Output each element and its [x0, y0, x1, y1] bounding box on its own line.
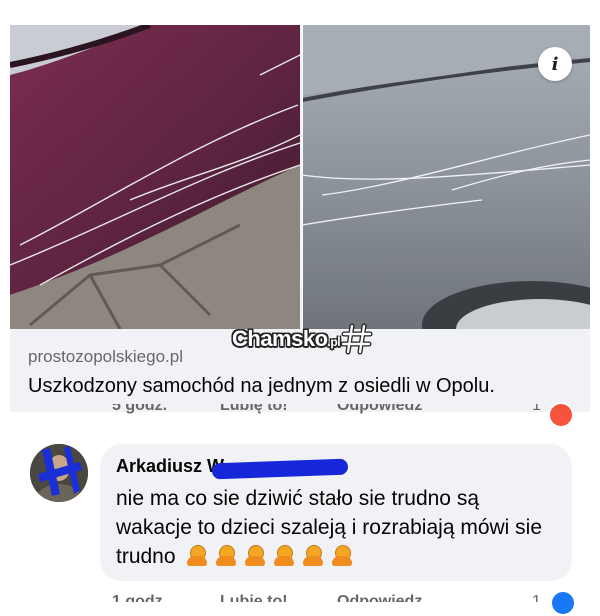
watermark-text: Chamsko.pl — [232, 326, 341, 351]
person-shrugging-emoji — [185, 545, 209, 567]
reply-link[interactable]: Odpowiedz — [337, 593, 422, 602]
car-scratch-photo-right: i — [302, 25, 590, 329]
like-reaction-icon[interactable] — [550, 590, 576, 616]
reaction-count: 1 — [532, 593, 541, 602]
avatar[interactable] — [30, 444, 88, 502]
chamsko-watermark-logo: Chamsko.pl — [232, 323, 374, 355]
previous-comment-actions: 5 godz. Lubię to! Odpowiedz 1 — [112, 404, 582, 418]
comment-author[interactable]: Arkadiusz W — [116, 456, 224, 477]
link-domain: prostozopolskiego.pl — [28, 347, 183, 366]
comment-bubble: Arkadiusz W nie ma co sie dziwić stało s… — [100, 444, 572, 581]
haha-reaction-icon[interactable] — [548, 402, 574, 428]
like-link[interactable]: Lubię to! — [220, 404, 288, 415]
comment-timestamp[interactable]: 5 godz. — [112, 404, 167, 415]
car-scratch-photo-left — [10, 25, 300, 329]
comment-timestamp[interactable]: 1 godz. — [112, 593, 167, 602]
person-shrugging-emoji — [301, 545, 325, 567]
person-shrugging-emoji — [330, 545, 354, 567]
reaction-count: 1 — [532, 404, 541, 414]
person-shrugging-emoji-row — [185, 545, 359, 575]
link-title[interactable]: Uszkodzony samochód na jednym z osiedli … — [28, 375, 495, 398]
person-shrugging-emoji — [272, 545, 296, 567]
reply-link[interactable]: Odpowiedz — [337, 404, 422, 415]
link-preview-card[interactable]: i Chamsko.pl prostozopolskiego.pl Uszkod… — [10, 25, 590, 412]
like-link[interactable]: Lubię to! — [220, 593, 288, 602]
comment-text: nie ma co sie dziwić stało sie trudno są… — [116, 484, 556, 575]
redaction-scribble — [211, 458, 349, 480]
comment-actions: 1 godz. Lubię to! Odpowiedz 1 — [112, 592, 582, 602]
info-icon[interactable]: i — [538, 47, 572, 81]
hashtag-icon — [340, 323, 373, 355]
person-shrugging-emoji — [214, 545, 238, 567]
person-shrugging-emoji — [243, 545, 267, 567]
